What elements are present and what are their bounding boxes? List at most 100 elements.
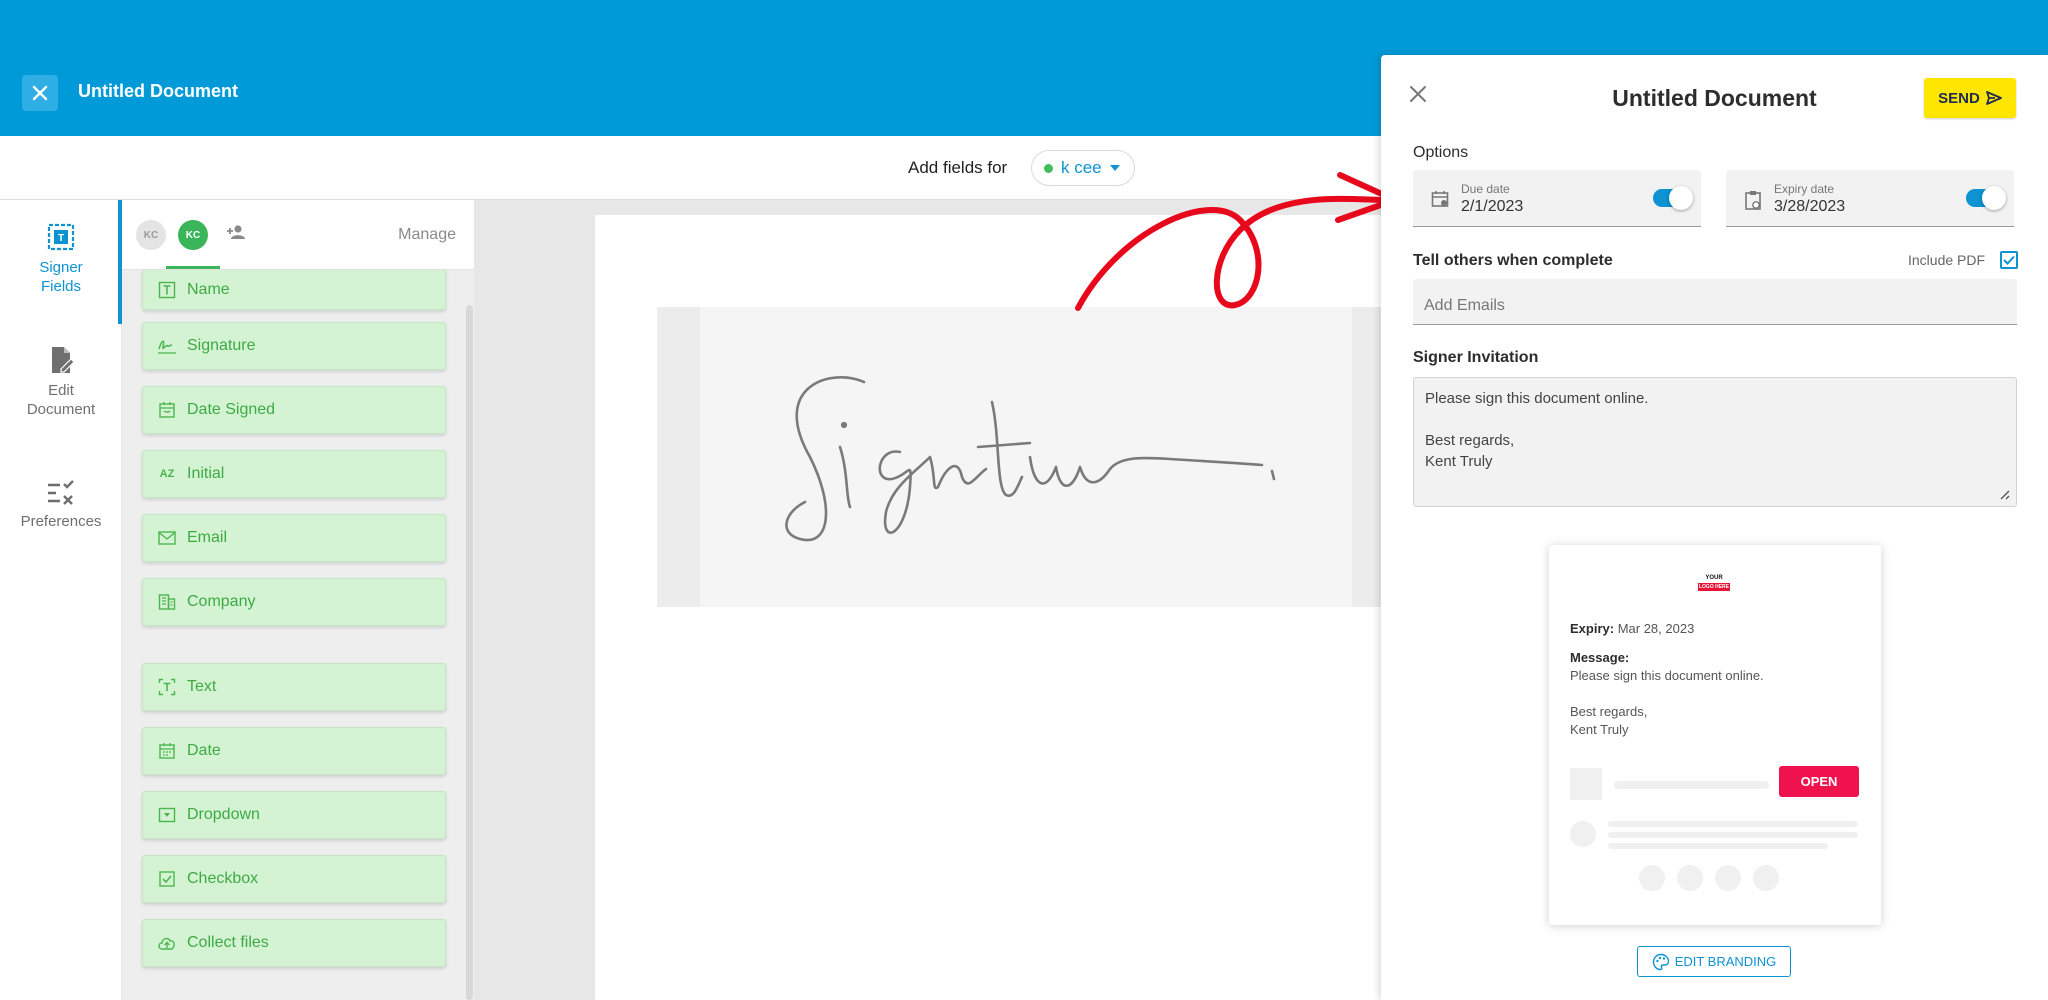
close-icon[interactable] [1409,85,1427,103]
field-label: Date [187,742,221,759]
field-label: Date Signed [187,401,276,418]
logo-line1: YOUR [1705,575,1723,581]
signer-invitation-textarea[interactable]: Please sign this document online. Best r… [1413,377,2017,507]
preview-placeholder-line [1608,821,1858,827]
signature-icon [157,336,177,356]
expiry-date-label: Expiry date [1774,182,1835,196]
rail-label-line1: Preferences [20,513,102,530]
add-person-icon[interactable] [226,224,246,240]
top-band [0,0,2048,55]
signer-select[interactable]: k cee [1031,150,1135,186]
rail-label-line2: Document [26,401,96,418]
signer-status-dot [1044,163,1053,173]
logo-placeholder: YOUR LOGO HERE [1698,575,1730,591]
preview-expiry-label: Expiry: [1570,621,1615,636]
logo-line2: LOGO HERE [1698,583,1730,591]
rail-item-signer-fields[interactable]: T Signer Fields [0,222,122,296]
signer-avatar[interactable]: KC [136,220,166,250]
name-field-icon [157,280,177,300]
left-rail: T Signer Fields Edit Document Preference… [0,200,122,1000]
expiry-date-value: 3/28/2023 [1774,198,1846,215]
close-icon [32,85,48,101]
send-button[interactable]: SEND [1924,78,2016,118]
add-emails-input[interactable]: Add Emails [1413,279,2017,325]
rail-item-edit-document[interactable]: Edit Document [0,345,122,419]
signer-select-value: k cee [1061,158,1102,177]
preview-message-label: Message: [1570,650,1630,665]
preview-placeholder-line [1608,843,1828,849]
fields-toolbar: Add fields for k cee [0,136,1380,200]
close-document-button[interactable] [22,75,58,111]
company-icon [157,592,177,612]
field-date[interactable]: Date [142,727,446,775]
preview-open-button[interactable]: OPEN [1779,766,1859,797]
manage-signers-link[interactable]: Manage [398,226,456,244]
clipboard-clock-icon [1745,191,1761,210]
send-button-label: SEND [1938,89,1980,107]
include-pdf-label: Include PDF [1908,252,1986,268]
initial-icon: AZ [159,468,175,480]
palette-scrollbar[interactable] [466,305,473,1000]
field-collect-files[interactable]: Collect files [142,919,446,967]
rail-item-preferences[interactable]: Preferences [0,480,122,531]
signer-invitation-label: Signer Invitation [1413,349,1539,366]
due-date-value: 2/1/2023 [1461,198,1524,215]
invitation-line: Kent Truly [1425,453,1493,470]
field-date-signed[interactable]: Date Signed [142,386,446,434]
send-icon [1985,91,2002,105]
preview-message-line: Best regards, [1570,704,1648,719]
field-label: Dropdown [187,806,260,823]
preview-placeholder-image [1570,768,1602,800]
checkbox-icon [157,869,177,889]
expiry-date-field[interactable]: Expiry date 3/28/2023 [1726,170,2014,227]
due-date-label: Due date [1461,182,1510,196]
field-label: Checkbox [187,870,259,887]
preferences-icon [48,480,74,505]
due-date-toggle[interactable] [1653,186,1693,210]
rail-label-line1: Edit [48,382,74,399]
invitation-line: Please sign this document online. [1425,390,1649,407]
preview-placeholder-line [1608,832,1858,838]
field-label: Collect files [187,934,269,951]
preview-expiry: Expiry: Mar 28, 2023 [1570,621,1694,636]
rail-label-line2: Fields [40,278,81,295]
email-preview-card: YOUR LOGO HERE Expiry: Mar 28, 2023 Mess… [1549,545,1881,925]
signature-area [700,307,1352,607]
field-label: Company [187,593,256,610]
field-label: Email [187,529,228,546]
active-signer-underline [166,266,220,269]
chevron-down-icon [1109,165,1120,171]
preview-social-dot [1639,865,1665,891]
send-panel: Untitled Document SEND Options Due date … [1381,55,2048,1000]
field-checkbox[interactable]: Checkbox [142,855,446,903]
signature-image [785,376,1276,542]
include-pdf-checkbox[interactable] [2000,251,2018,269]
check-icon [2003,255,2015,265]
edit-branding-button[interactable]: EDIT BRANDING [1637,946,1791,977]
field-company[interactable]: Company [142,578,446,626]
preview-placeholder-line [1614,781,1769,789]
signer-avatar-active[interactable]: KC [178,220,208,250]
due-date-field[interactable]: Due date 2/1/2023 [1413,170,1701,227]
upload-cloud-icon [157,933,177,953]
signer-fields-icon: T [47,223,75,251]
calendar-icon [1431,191,1449,207]
preview-social-dot [1677,865,1703,891]
preview-placeholder-avatar [1570,821,1596,847]
field-name[interactable]: Name [142,270,446,310]
field-label: Signature [187,337,256,354]
field-initial[interactable]: AZ Initial [142,450,446,498]
preview-message-line: Kent Truly [1570,722,1629,737]
invitation-line: Best regards, [1425,432,1515,449]
document-title: Untitled Document [78,81,238,101]
field-label: Initial [187,465,225,482]
field-email[interactable]: Email [142,514,446,562]
field-label: Text [187,678,217,695]
field-text[interactable]: Text [142,663,446,711]
add-fields-for-label: Add fields for [908,158,1008,177]
resize-handle-icon[interactable] [1998,488,2010,500]
field-label: Name [187,280,230,298]
field-signature[interactable]: Signature [142,322,446,370]
field-dropdown[interactable]: Dropdown [142,791,446,839]
expiry-date-toggle[interactable] [1966,186,2006,210]
